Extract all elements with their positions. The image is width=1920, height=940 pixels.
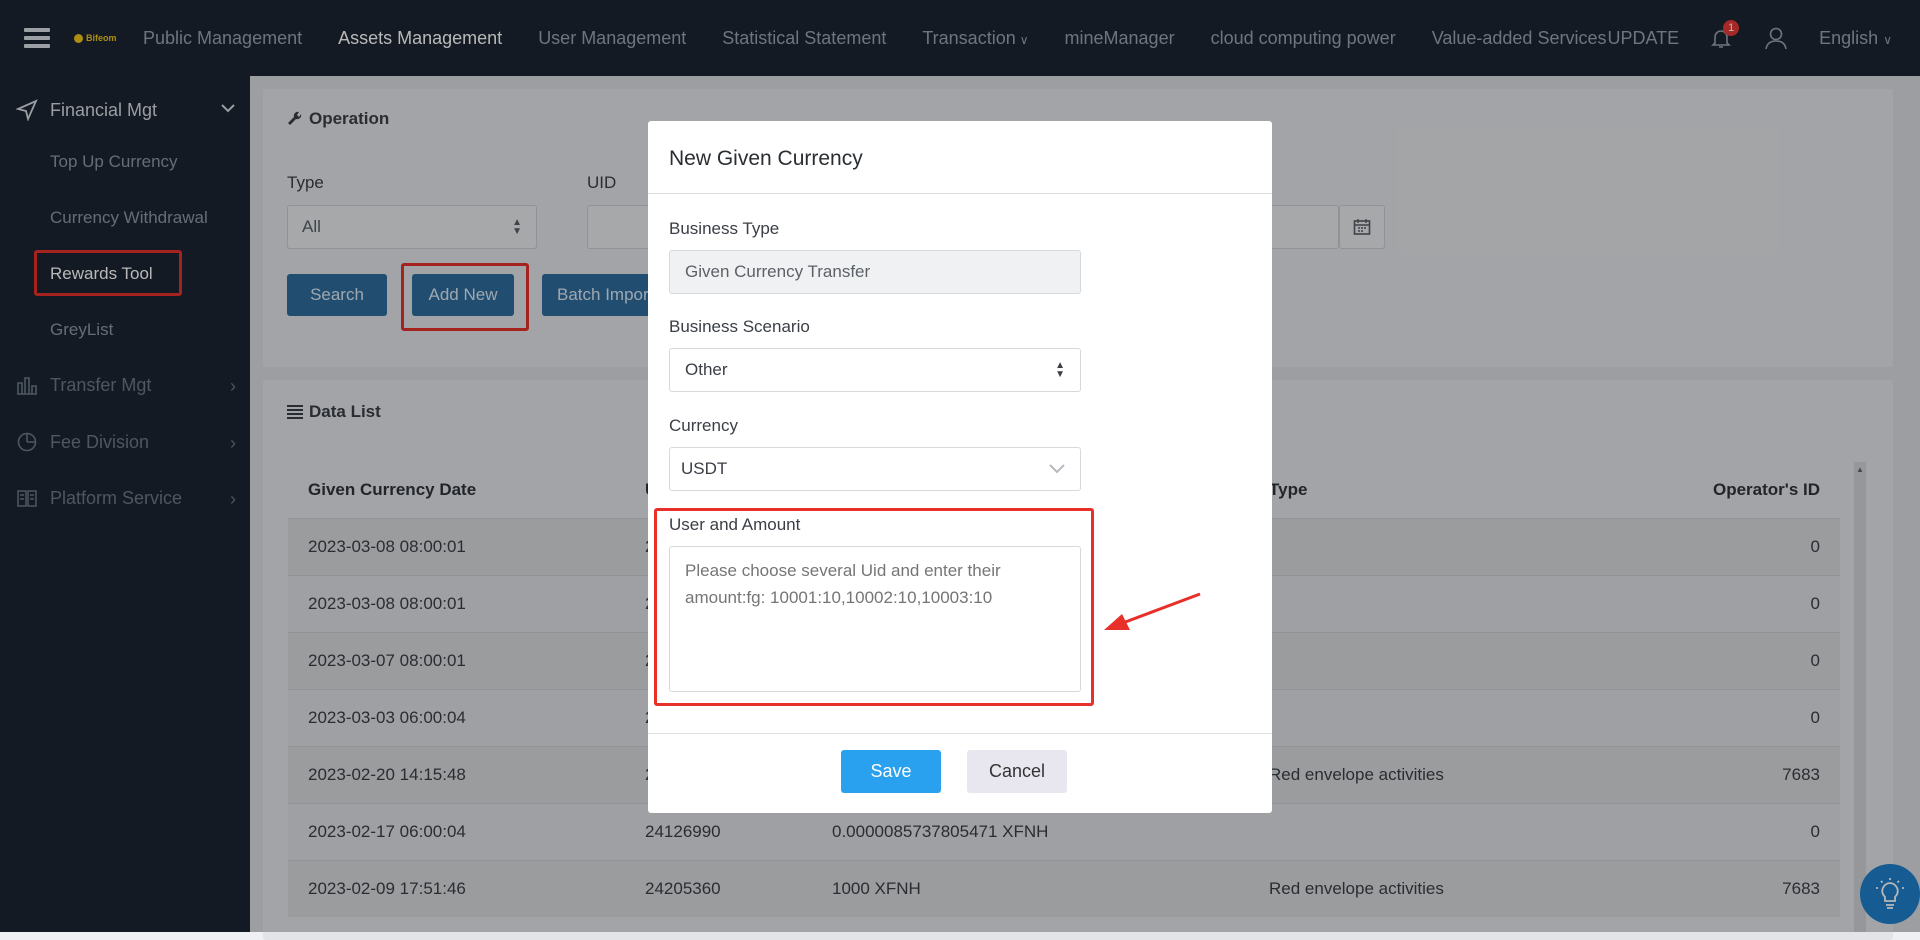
business-type-field: Given Currency Transfer [669,250,1081,294]
save-button[interactable]: Save [841,750,941,793]
business-type-value: Given Currency Transfer [685,262,871,281]
business-scenario-select[interactable]: Other ▲ ▼ [669,348,1081,392]
modal-title: New Given Currency [669,147,863,170]
modal-footer-divider [648,733,1272,734]
modal-header: New Given Currency [648,121,1272,194]
annotation-arrow-icon [1104,592,1201,630]
currency-label: Currency [669,416,738,435]
currency-select[interactable]: USDT [669,447,1081,491]
highlight-user-amount [654,508,1094,706]
business-type-label: Business Type [669,219,780,238]
chevron-down-icon [1049,464,1065,474]
cancel-button[interactable]: Cancel [967,750,1067,793]
sort-arrows-icon: ▲ ▼ [1055,360,1065,380]
business-scenario-label: Business Scenario [669,317,810,336]
new-given-currency-modal: New Given Currency Business Type Given C… [648,121,1272,813]
currency-value: USDT [681,459,728,478]
business-scenario-value: Other [685,360,728,379]
